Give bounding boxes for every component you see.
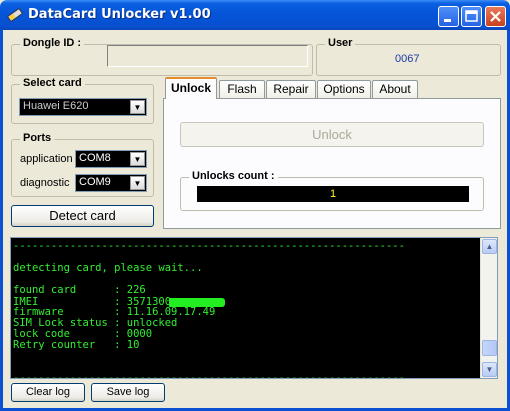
minimize-button[interactable]	[438, 6, 459, 27]
diagnostic-port-select[interactable]: COM9 ▼	[75, 174, 147, 192]
application-port-select[interactable]: COM8 ▼	[75, 150, 147, 168]
log-line: Retry counter : 10	[13, 339, 140, 351]
tab-flash[interactable]: Flash	[219, 80, 265, 98]
save-log-button[interactable]: Save log	[91, 383, 165, 402]
dongle-label: Dongle ID :	[20, 37, 85, 49]
unlocks-count-value: 1	[197, 186, 469, 202]
clear-log-button[interactable]: Clear log	[11, 383, 85, 402]
scroll-down-button[interactable]: ▼	[482, 362, 497, 377]
unlocks-count-group: Unlocks count : 1	[180, 170, 484, 211]
chevron-down-icon: ▼	[485, 365, 494, 374]
ports-label: Ports	[20, 132, 55, 144]
select-card-group: Select card Huawei E620 ▼	[11, 77, 154, 124]
user-group: User 0067	[316, 37, 501, 76]
chevron-down-icon[interactable]: ▼	[130, 152, 145, 166]
log-line: detecting card, please wait...	[13, 262, 203, 274]
log-lines: ----------------------------------------…	[13, 241, 405, 379]
unlock-tab-panel: Unlock Unlocks count : 1	[163, 98, 501, 229]
ports-group: Ports application COM8 ▼ diagnostic COM9…	[11, 132, 154, 197]
user-label: User	[325, 37, 356, 49]
tab-unlock[interactable]: Unlock	[165, 77, 217, 99]
log-line: found card : 226	[13, 284, 146, 296]
card-select[interactable]: Huawei E620 ▼	[19, 98, 147, 116]
log-line: ----------------------------------------…	[13, 240, 405, 252]
select-card-label: Select card	[20, 77, 85, 89]
unlock-button[interactable]: Unlock	[180, 122, 484, 147]
chevron-down-icon[interactable]: ▼	[130, 176, 145, 190]
window-title: DataCard Unlocker v1.00	[28, 7, 211, 22]
scroll-up-button[interactable]: ▲	[482, 239, 497, 254]
close-button[interactable]	[485, 6, 506, 27]
title-bar[interactable]: DataCard Unlocker v1.00	[0, 0, 510, 30]
dongle-group: Dongle ID :	[11, 37, 313, 76]
chevron-up-icon: ▲	[485, 242, 494, 251]
close-icon	[490, 11, 501, 22]
tab-repair[interactable]: Repair	[266, 80, 316, 98]
unlocks-count-label: Unlocks count :	[189, 170, 278, 182]
log-console[interactable]: ----------------------------------------…	[10, 237, 498, 379]
application-port-value: COM8	[79, 152, 111, 164]
minimize-icon	[444, 19, 451, 22]
app-icon	[7, 8, 23, 22]
tab-options[interactable]: Options	[317, 80, 371, 98]
maximize-icon	[465, 10, 478, 22]
chevron-down-icon[interactable]: ▼	[130, 100, 145, 114]
log-scrollbar[interactable]: ▲ ▼	[480, 238, 497, 378]
maximize-button[interactable]	[461, 6, 482, 27]
diagnostic-port-label: diagnostic	[20, 177, 70, 189]
application-port-label: application	[20, 153, 73, 165]
tab-about[interactable]: About	[372, 80, 418, 98]
scroll-thumb[interactable]	[482, 340, 497, 356]
user-value: 0067	[395, 53, 420, 65]
detect-card-button[interactable]: Detect card	[11, 205, 154, 227]
diagnostic-port-value: COM9	[79, 176, 111, 188]
dongle-id-field	[107, 45, 308, 67]
log-line: ----------------------------------------…	[13, 372, 405, 379]
card-select-value: Huawei E620	[23, 100, 89, 112]
